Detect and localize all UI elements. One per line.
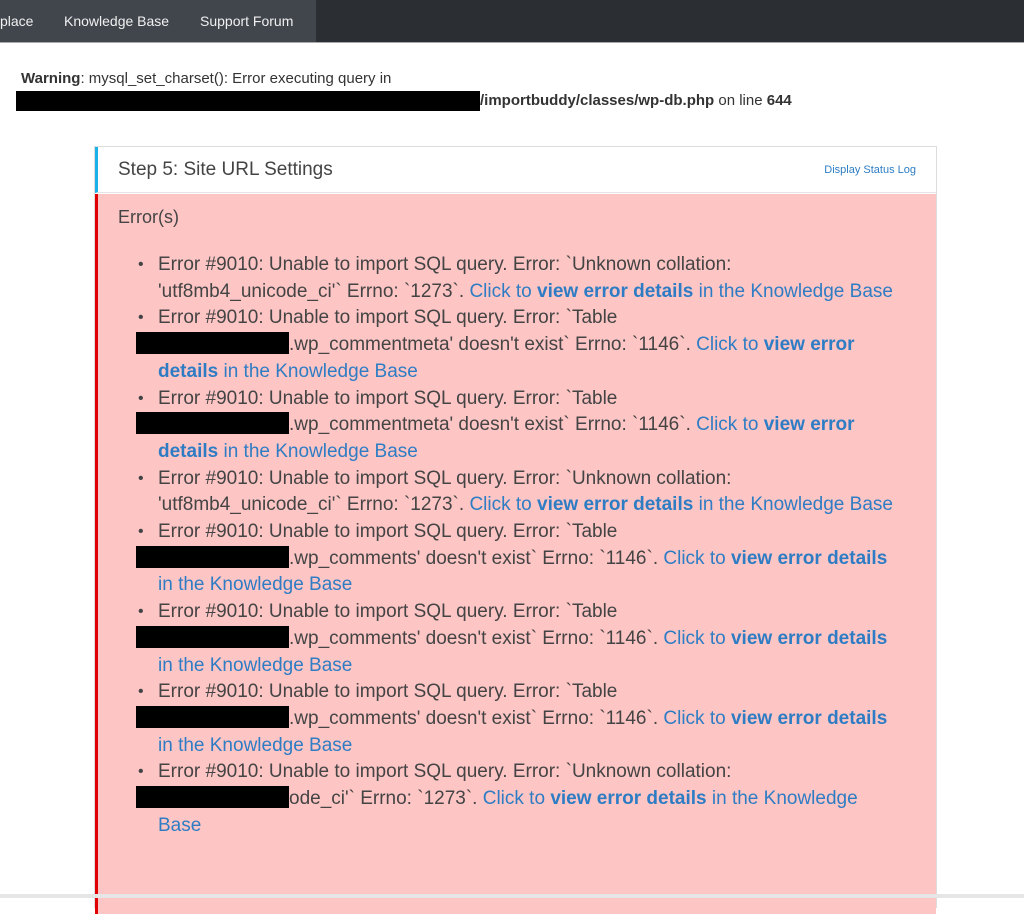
- error-list: Error #9010: Unable to import SQL query.…: [118, 252, 898, 839]
- link-prefix: Click to: [469, 494, 538, 516]
- link-prefix: Click to: [696, 414, 764, 436]
- panel-title: Step 5: Site URL Settings: [118, 159, 333, 180]
- link-prefix: Click to: [482, 788, 551, 810]
- link-bold: view error details: [537, 494, 694, 516]
- link-prefix: Click to: [663, 547, 731, 569]
- error-item: Error #9010: Unable to import SQL query.…: [138, 466, 898, 519]
- error-text: Error #9010: Unable to import SQL query.…: [158, 681, 618, 703]
- link-bold: view error details: [550, 788, 707, 810]
- nav-item-knowledge-base[interactable]: Knowledge Base: [64, 0, 169, 42]
- redacted-database-name: [136, 786, 289, 809]
- php-warning: Warning: mysql_set_charset(): Error exec…: [21, 68, 391, 90]
- error-text: Error #9010: Unable to import SQL query.…: [158, 761, 732, 783]
- view-error-details-link[interactable]: Click to view error details in the Knowl…: [469, 494, 893, 515]
- error-item: Error #9010: Unable to import SQL query.…: [136, 386, 898, 466]
- link-prefix: Click to: [663, 627, 731, 649]
- error-text: .wp_commentmeta' doesn't exist` Errno: `…: [289, 334, 691, 356]
- link-bold: view error details: [537, 280, 694, 302]
- php-warning-location: /importbuddy/classes/wp-db.php on line 6…: [16, 90, 792, 112]
- warning-message: : mysql_set_charset(): Error executing q…: [80, 70, 392, 87]
- redacted-path: [16, 91, 480, 112]
- display-status-log-link[interactable]: Display Status Log: [824, 164, 916, 176]
- redacted-database-name: [136, 705, 289, 728]
- warning-file-path: /importbuddy/classes/wp-db.php: [480, 92, 715, 109]
- link-suffix: in the Knowledge Base: [158, 734, 353, 756]
- link-suffix: in the Knowledge Base: [218, 440, 418, 462]
- error-box: Error(s) Error #9010: Unable to import S…: [95, 194, 936, 914]
- error-item: Error #9010: Unable to import SQL query.…: [136, 599, 898, 679]
- step-panel: Step 5: Site URL Settings Display Status…: [94, 146, 937, 914]
- nav-item-support-forum[interactable]: Support Forum: [200, 0, 293, 42]
- error-text: .wp_commentmeta' doesn't exist` Errno: `…: [289, 414, 691, 436]
- error-text: Error #9010: Unable to import SQL query.…: [158, 521, 618, 543]
- panel-header: Step 5: Site URL Settings Display Status…: [95, 147, 936, 193]
- error-text: Error #9010: Unable to import SQL query.…: [158, 601, 618, 623]
- link-prefix: Click to: [663, 707, 731, 729]
- nav-item-marketplace[interactable]: place: [0, 0, 33, 42]
- link-suffix: in the Knowledge Base: [218, 360, 418, 382]
- nav-group: place Knowledge Base Support Forum: [0, 0, 316, 42]
- error-item: Error #9010: Unable to import SQL query.…: [136, 305, 898, 385]
- view-error-details-link[interactable]: Click to view error details in the Knowl…: [469, 281, 893, 302]
- link-suffix: in the Knowledge Base: [158, 654, 353, 676]
- redacted-database-name: [136, 545, 289, 568]
- horizontal-scrollbar[interactable]: [0, 894, 1024, 898]
- link-bold: view error details: [730, 627, 888, 649]
- redacted-database-name: [136, 625, 289, 648]
- redacted-database-name: [136, 332, 289, 355]
- error-text: .wp_comments' doesn't exist` Errno: `114…: [289, 627, 659, 649]
- error-text: Error #9010: Unable to import SQL query.…: [158, 307, 618, 329]
- redacted-database-name: [136, 412, 289, 435]
- link-bold: view error details: [730, 707, 888, 729]
- link-suffix: in the Knowledge Base: [158, 574, 353, 596]
- link-prefix: Click to: [696, 334, 764, 356]
- warning-on-line: on line: [714, 92, 767, 109]
- link-suffix: in the Knowledge Base: [693, 280, 893, 302]
- top-navigation: place Knowledge Base Support Forum: [0, 0, 1024, 43]
- error-text: ode_ci'` Errno: `1273`.: [289, 788, 478, 810]
- link-suffix: in the Knowledge Base: [693, 494, 893, 516]
- error-text: Error #9010: Unable to import SQL query.…: [158, 387, 618, 409]
- error-item: Error #9010: Unable to import SQL query.…: [136, 759, 898, 839]
- warning-line-number: 644: [766, 92, 792, 109]
- error-item: Error #9010: Unable to import SQL query.…: [138, 252, 898, 305]
- error-text: .wp_comments' doesn't exist` Errno: `114…: [289, 707, 659, 729]
- error-text: .wp_comments' doesn't exist` Errno: `114…: [289, 547, 659, 569]
- error-item: Error #9010: Unable to import SQL query.…: [136, 679, 898, 759]
- link-prefix: Click to: [469, 280, 538, 302]
- error-item: Error #9010: Unable to import SQL query.…: [136, 519, 898, 599]
- errors-heading: Error(s): [118, 207, 179, 227]
- warning-label: Warning: [21, 70, 81, 87]
- link-bold: view error details: [730, 547, 888, 569]
